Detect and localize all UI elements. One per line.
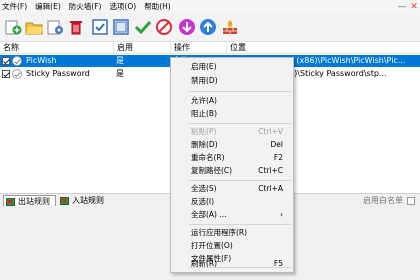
menu-options[interactable]: 选项(O) bbox=[105, 0, 140, 13]
menu-item-paste: 粘贴(P) Ctrl+V bbox=[191, 127, 283, 136]
table-header: 名称 启用 操作 位置 bbox=[0, 42, 420, 54]
tab-outbound-label: 出站规则 bbox=[18, 197, 50, 206]
menu-bar: 文件(F) 编辑(E) 防火墙(F) 选项(O) 帮助(H) — ✕ bbox=[0, 0, 420, 13]
column-header-enabled[interactable]: 启用 bbox=[114, 42, 171, 54]
outbound-icon bbox=[6, 198, 15, 206]
row-enabled: 是 bbox=[116, 56, 124, 65]
app-icon bbox=[12, 69, 22, 79]
menu-item-block[interactable]: 阻止(B) bbox=[171, 108, 293, 120]
minimize-button[interactable]: — bbox=[396, 0, 408, 13]
allow-check-icon[interactable] bbox=[133, 17, 153, 37]
menu-separator bbox=[189, 224, 291, 225]
checkbox-icon[interactable] bbox=[90, 17, 110, 37]
column-header-action[interactable]: 操作 bbox=[171, 42, 227, 54]
tab-inbound-label: 入站规则 bbox=[72, 196, 104, 205]
menu-item-invert-selection[interactable]: 反选(I) bbox=[171, 196, 293, 208]
add-icon[interactable] bbox=[3, 17, 23, 37]
window-icon[interactable] bbox=[111, 17, 131, 37]
chevron-right-icon: › bbox=[280, 210, 283, 219]
row-name: PicWish bbox=[26, 56, 57, 65]
menu-help[interactable]: 帮助(H) bbox=[140, 0, 175, 13]
menu-item-allow[interactable]: 允许(A) bbox=[171, 95, 293, 107]
menu-separator bbox=[189, 180, 291, 181]
column-header-name[interactable]: 名称 bbox=[0, 42, 114, 54]
menu-edit[interactable]: 编辑(E) bbox=[31, 0, 65, 13]
row-checkbox[interactable] bbox=[2, 70, 10, 78]
menu-file[interactable]: 文件(F) bbox=[0, 0, 31, 13]
column-header-location[interactable]: 位置 bbox=[227, 42, 420, 54]
menu-item-delete[interactable]: 删除(D) Del bbox=[171, 139, 293, 151]
inbound-icon bbox=[60, 197, 69, 205]
row-location: 86)\Sticky Password\stp... bbox=[284, 69, 387, 78]
whitelist-checkbox[interactable] bbox=[407, 197, 415, 205]
open-folder-icon[interactable] bbox=[24, 17, 44, 37]
menu-item-all-submenu[interactable]: 全部(A) ... › bbox=[171, 209, 293, 221]
firewall-icon[interactable] bbox=[220, 17, 240, 37]
move-up-icon[interactable] bbox=[198, 17, 218, 37]
whitelist-label: 启用白名单 bbox=[363, 196, 403, 205]
toolbar bbox=[0, 13, 420, 42]
menu-item-select-all[interactable]: 全选(S) Ctrl+A bbox=[171, 183, 293, 195]
context-menu: 启用(E) 禁用(D) 允许(A) 阻止(B) 粘贴(P) Ctrl+V 删除(D… bbox=[170, 57, 294, 273]
close-button[interactable]: ✕ bbox=[408, 0, 420, 13]
menu-item-open-location[interactable]: 打开位置(O) bbox=[171, 240, 293, 252]
menu-item-refresh[interactable]: 刷新(R) F5 bbox=[171, 258, 293, 270]
delete-icon[interactable] bbox=[66, 17, 86, 37]
menu-item-disable[interactable]: 禁用(D) bbox=[171, 75, 293, 87]
menu-firewall[interactable]: 防火墙(F) bbox=[65, 0, 106, 13]
menu-separator bbox=[189, 91, 291, 92]
menu-separator bbox=[189, 123, 291, 124]
move-down-icon[interactable] bbox=[177, 17, 197, 37]
settings-icon[interactable] bbox=[45, 17, 65, 37]
block-icon[interactable] bbox=[154, 17, 174, 37]
row-checkbox[interactable] bbox=[2, 57, 10, 65]
menu-item-copy-path[interactable]: 复制路径(C) Ctrl+C bbox=[171, 165, 293, 177]
whitelist-toggle[interactable]: 启用白名单 bbox=[363, 196, 415, 206]
row-name: Sticky Password bbox=[26, 69, 90, 78]
menu-item-enable[interactable]: 启用(E) bbox=[171, 61, 293, 73]
menu-item-run-app[interactable]: 运行应用程序(R) bbox=[171, 227, 293, 239]
row-enabled: 是 bbox=[116, 69, 124, 78]
menu-item-rename[interactable]: 重命名(R) F2 bbox=[171, 152, 293, 164]
app-icon bbox=[12, 56, 22, 66]
